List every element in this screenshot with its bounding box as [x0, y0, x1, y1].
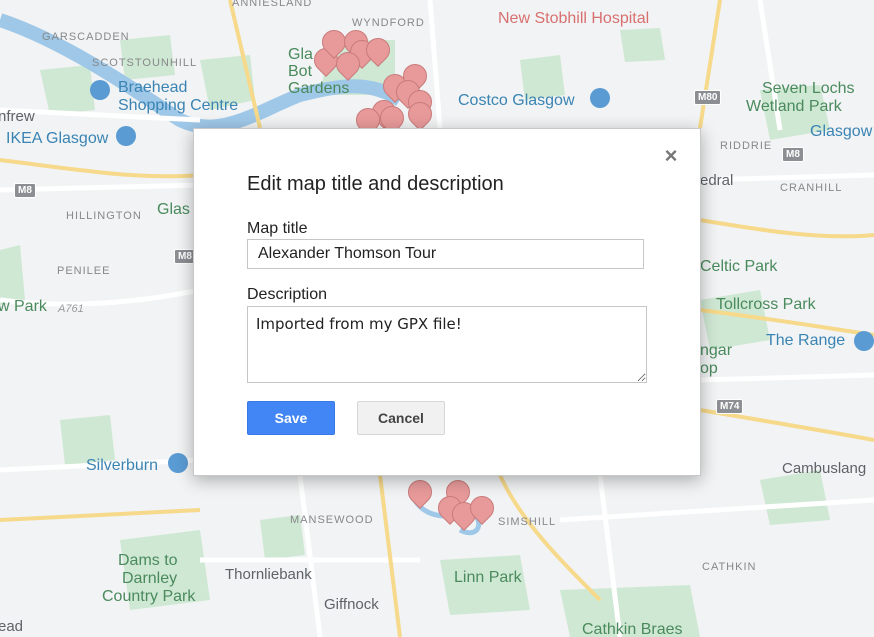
map-label-braehead-1: Braehead — [118, 79, 188, 96]
map-label-costco-glasgow: Costco Glasgow — [458, 92, 575, 109]
road-shield-m74: M74 — [716, 399, 744, 414]
map-label-cathkin-braes: Cathkin Braes — [582, 621, 683, 637]
map-label-tollcross-park: Tollcross Park — [716, 296, 816, 313]
map-label-cathkin: CATHKIN — [702, 561, 757, 573]
map-label-cathedral: edral — [700, 172, 734, 189]
shopping-icon — [90, 80, 110, 100]
map-label-braehead-2: Shopping Centre — [118, 97, 239, 114]
costco-shopping-icon — [590, 88, 610, 108]
map-label-ikea-glasgow: IKEA Glasgow — [6, 130, 109, 147]
map-label-wyndford: WYNDFORD — [352, 17, 425, 29]
map-label-glasgow-botanic-1: Gla — [288, 46, 313, 63]
ikea-shopping-icon — [116, 126, 136, 146]
map-label-seven-lochs-2: Wetland Park — [746, 98, 842, 115]
map-label-thornliebank: Thornliebank — [225, 566, 312, 583]
map-label-glasgow-fort: Glasgow — [810, 123, 873, 140]
map-label-garscadden: GARSCADDEN — [42, 31, 130, 43]
map-label-penilee: PENILEE — [57, 265, 111, 277]
map-label-silverburn: Silverburn — [86, 457, 159, 474]
map-label-ead: ead — [0, 618, 24, 635]
map-label-anniesland: ANNIESLAND — [232, 0, 313, 9]
dialog-title: Edit map title and description — [247, 173, 504, 195]
map-title-input[interactable] — [247, 239, 644, 269]
map-label-dams-3: Country Park — [102, 588, 196, 605]
save-button[interactable]: Save — [247, 401, 335, 435]
road-shield-m80: M80 — [694, 90, 722, 105]
map-label-giffnock: Giffnock — [324, 596, 379, 613]
map-label-new-stobhill-hospital: New Stobhill Hospital — [498, 10, 650, 27]
map-title-label: Map title — [247, 220, 308, 237]
map-label-dams-1: Dams to — [118, 552, 178, 569]
map-label-mansewood: MANSEWOOD — [290, 514, 374, 526]
silverburn-shopping-icon — [168, 453, 188, 473]
close-icon[interactable]: × — [662, 145, 680, 167]
map-label-linn-park: Linn Park — [454, 569, 522, 586]
road-label-a761: A761 — [58, 303, 84, 315]
road-shield-m8-left: M8 — [14, 183, 36, 198]
map-label-the-range: The Range — [766, 332, 846, 349]
map-label-simshill: SIMSHILL — [498, 516, 557, 528]
road-shield-m8-right: M8 — [782, 147, 804, 162]
map-label-glasgow-botanic-3: Gardens — [288, 80, 350, 97]
map-label-cranhill: CRANHILL — [780, 182, 843, 194]
description-textarea[interactable]: Imported from my GPX file! — [247, 306, 647, 383]
map-label-w-park: w Park — [0, 298, 47, 315]
map-label-glasgow-left: Glas — [157, 201, 190, 218]
map-label-scotstounhill: SCOTSTOUNHILL — [92, 57, 198, 69]
map-label-cambuslang: Cambuslang — [782, 460, 867, 477]
map-label-glasgow-botanic-2: Bot — [288, 63, 313, 80]
the-range-shopping-icon — [854, 331, 874, 351]
map-label-ngar: ngar — [700, 342, 733, 359]
map-label-riddrie: RIDDRIE — [720, 140, 773, 152]
map-label-renfrew: nfrew — [0, 108, 35, 125]
map-label-dams-2: Darnley — [122, 570, 178, 587]
description-label: Description — [247, 286, 328, 303]
cancel-button[interactable]: Cancel — [357, 401, 445, 435]
edit-map-dialog: × Edit map title and description Map tit… — [193, 128, 701, 476]
map-label-op: op — [700, 360, 718, 377]
map-label-hillington: HILLINGTON — [66, 210, 142, 222]
map-label-seven-lochs-1: Seven Lochs — [762, 80, 855, 97]
map-label-celtic-park: Celtic Park — [700, 258, 778, 275]
